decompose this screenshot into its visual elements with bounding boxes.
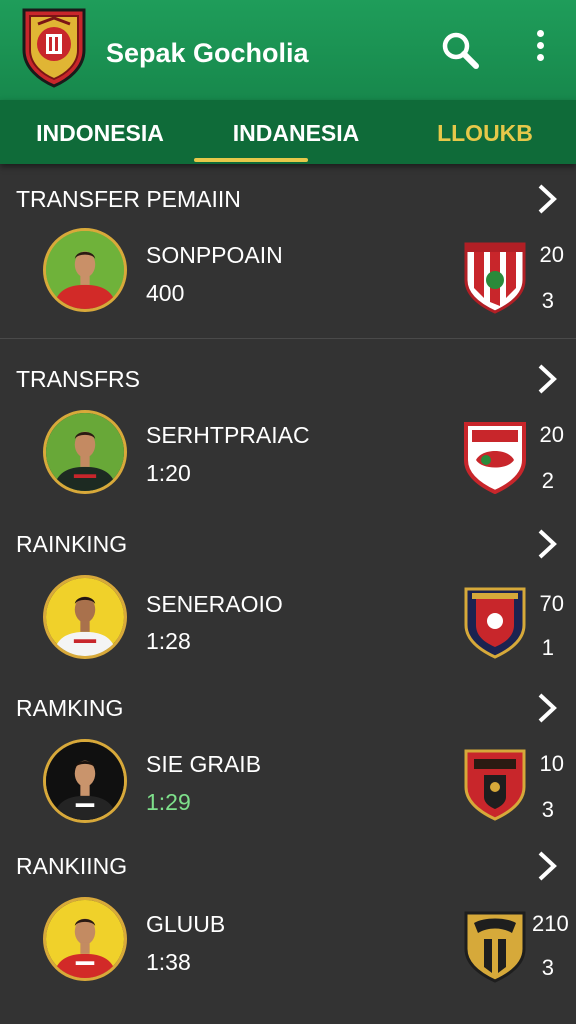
player-value: 1:38 bbox=[146, 949, 191, 975]
stat-top: 10 bbox=[539, 751, 564, 776]
player-name: SIE GRAIB bbox=[146, 751, 262, 777]
player-name: SONPPOAIN bbox=[146, 242, 283, 268]
stat-bottom: 3 bbox=[541, 955, 554, 980]
stat-top: 20 bbox=[539, 242, 564, 267]
app-logo-icon bbox=[22, 8, 86, 88]
section-title: RANKIING bbox=[16, 853, 128, 879]
chevron-right-icon[interactable] bbox=[534, 362, 560, 396]
section-title: RAINKING bbox=[16, 531, 128, 557]
tab-lloukb[interactable]: LLOUKB bbox=[410, 100, 560, 164]
player-name: SERHTPRAIAC bbox=[146, 422, 310, 448]
player-value: 1:29 bbox=[146, 789, 191, 815]
stat-top: 210 bbox=[532, 911, 569, 936]
tab-indanesia[interactable]: INDANESIA bbox=[196, 100, 396, 164]
tab-indonesia[interactable]: INDONESIA bbox=[10, 100, 190, 164]
active-tab-indicator bbox=[194, 158, 308, 162]
club-crest-icon[interactable] bbox=[462, 585, 528, 659]
tab-bar: INDONESIA INDANESIA LLOUKB bbox=[0, 100, 576, 164]
app-title: Sepak Gocholia bbox=[106, 38, 309, 68]
search-icon[interactable] bbox=[440, 30, 480, 70]
section-title: RAMKING bbox=[16, 695, 124, 721]
stat-bottom: 2 bbox=[541, 468, 554, 493]
player-avatar[interactable] bbox=[43, 228, 127, 312]
player-value: 1:28 bbox=[146, 628, 191, 654]
stat-bottom: 1 bbox=[541, 635, 554, 660]
chevron-right-icon[interactable] bbox=[534, 691, 560, 725]
chevron-right-icon[interactable] bbox=[534, 527, 560, 561]
player-avatar[interactable] bbox=[43, 410, 127, 494]
chevron-right-icon[interactable] bbox=[534, 182, 560, 216]
player-name: GLUUB bbox=[146, 911, 226, 937]
club-crest-icon[interactable] bbox=[462, 240, 528, 314]
divider bbox=[0, 338, 576, 339]
club-crest-icon[interactable] bbox=[462, 909, 528, 983]
player-avatar[interactable] bbox=[43, 897, 127, 981]
player-avatar[interactable] bbox=[43, 739, 127, 823]
player-name: SENERAOIO bbox=[146, 591, 283, 617]
section-title: TRANSFRS bbox=[16, 366, 140, 392]
more-vert-icon[interactable] bbox=[522, 30, 558, 70]
stat-bottom: 3 bbox=[541, 288, 554, 313]
club-crest-icon[interactable] bbox=[462, 420, 528, 494]
player-value: 1:20 bbox=[146, 460, 191, 486]
stat-top: 20 bbox=[539, 422, 564, 447]
player-avatar[interactable] bbox=[43, 575, 127, 659]
club-crest-icon[interactable] bbox=[462, 747, 528, 821]
stat-bottom: 3 bbox=[541, 797, 554, 822]
app-bar: Sepak Gocholia bbox=[0, 0, 576, 100]
player-value: 400 bbox=[146, 280, 185, 306]
chevron-right-icon[interactable] bbox=[534, 849, 560, 883]
section-title: TRANSFER PEMAIIN bbox=[16, 186, 241, 212]
stat-top: 70 bbox=[539, 591, 564, 616]
